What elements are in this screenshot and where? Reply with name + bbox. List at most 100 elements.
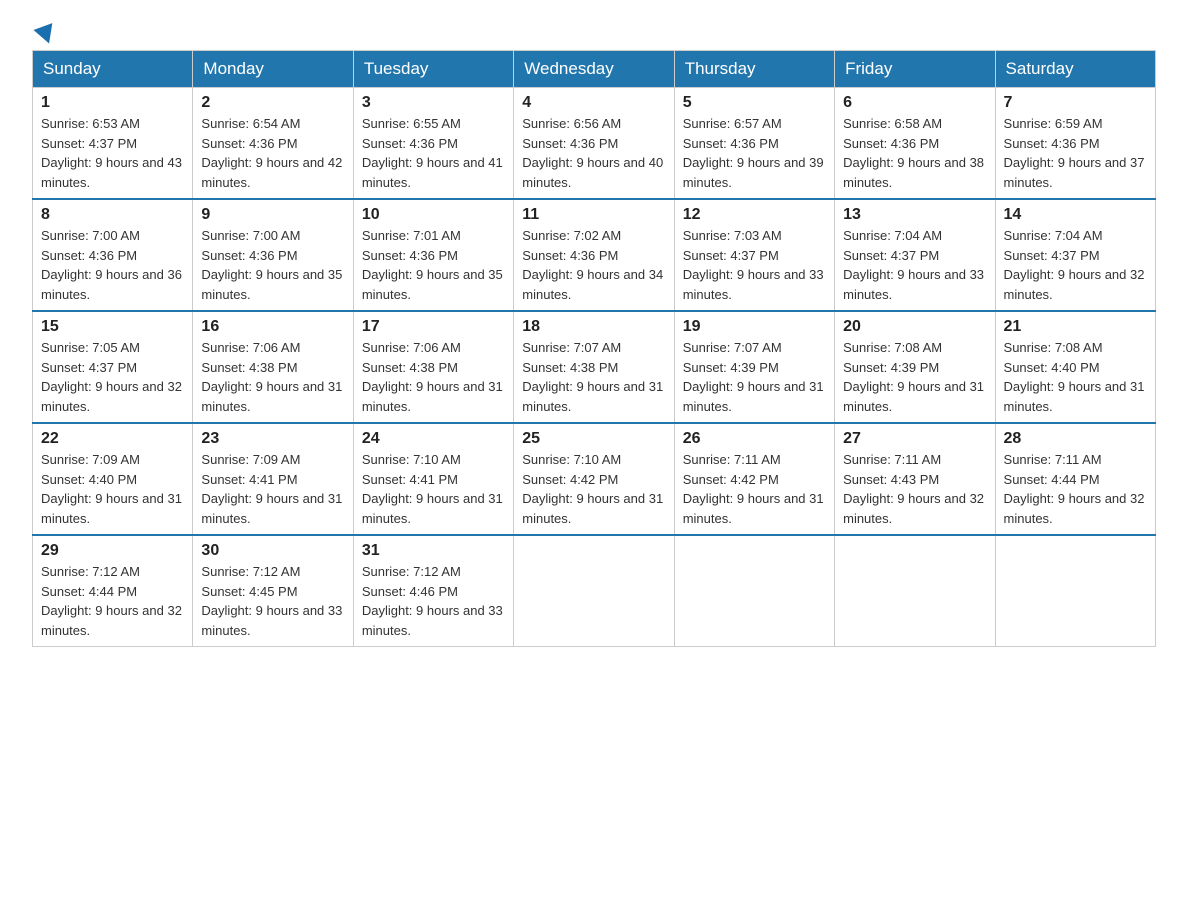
week-row-5: 29 Sunrise: 7:12 AMSunset: 4:44 PMDaylig…	[33, 535, 1156, 647]
day-number: 17	[362, 318, 505, 336]
day-info: Sunrise: 7:12 AMSunset: 4:44 PMDaylight:…	[41, 562, 184, 640]
day-number: 1	[41, 94, 184, 112]
calendar-cell: 25 Sunrise: 7:10 AMSunset: 4:42 PMDaylig…	[514, 423, 674, 535]
calendar-cell: 21 Sunrise: 7:08 AMSunset: 4:40 PMDaylig…	[995, 311, 1155, 423]
calendar-cell	[835, 535, 995, 647]
col-header-friday: Friday	[835, 51, 995, 88]
day-info: Sunrise: 7:10 AMSunset: 4:42 PMDaylight:…	[522, 450, 665, 528]
calendar-cell: 3 Sunrise: 6:55 AMSunset: 4:36 PMDayligh…	[353, 88, 513, 200]
col-header-thursday: Thursday	[674, 51, 834, 88]
day-info: Sunrise: 7:03 AMSunset: 4:37 PMDaylight:…	[683, 226, 826, 304]
day-number: 31	[362, 542, 505, 560]
calendar-cell: 2 Sunrise: 6:54 AMSunset: 4:36 PMDayligh…	[193, 88, 353, 200]
calendar-cell	[674, 535, 834, 647]
day-number: 12	[683, 206, 826, 224]
calendar-cell	[995, 535, 1155, 647]
day-info: Sunrise: 6:58 AMSunset: 4:36 PMDaylight:…	[843, 114, 986, 192]
day-info: Sunrise: 7:00 AMSunset: 4:36 PMDaylight:…	[201, 226, 344, 304]
day-number: 30	[201, 542, 344, 560]
calendar-cell: 1 Sunrise: 6:53 AMSunset: 4:37 PMDayligh…	[33, 88, 193, 200]
calendar-cell: 6 Sunrise: 6:58 AMSunset: 4:36 PMDayligh…	[835, 88, 995, 200]
day-number: 22	[41, 430, 184, 448]
week-row-1: 1 Sunrise: 6:53 AMSunset: 4:37 PMDayligh…	[33, 88, 1156, 200]
calendar-cell: 29 Sunrise: 7:12 AMSunset: 4:44 PMDaylig…	[33, 535, 193, 647]
logo-arrow-icon	[34, 23, 59, 47]
day-number: 5	[683, 94, 826, 112]
calendar-cell: 10 Sunrise: 7:01 AMSunset: 4:36 PMDaylig…	[353, 199, 513, 311]
calendar-cell: 23 Sunrise: 7:09 AMSunset: 4:41 PMDaylig…	[193, 423, 353, 535]
day-number: 26	[683, 430, 826, 448]
week-row-4: 22 Sunrise: 7:09 AMSunset: 4:40 PMDaylig…	[33, 423, 1156, 535]
day-number: 8	[41, 206, 184, 224]
day-number: 27	[843, 430, 986, 448]
day-number: 14	[1004, 206, 1147, 224]
calendar-cell: 24 Sunrise: 7:10 AMSunset: 4:41 PMDaylig…	[353, 423, 513, 535]
calendar-cell: 17 Sunrise: 7:06 AMSunset: 4:38 PMDaylig…	[353, 311, 513, 423]
calendar-cell: 15 Sunrise: 7:05 AMSunset: 4:37 PMDaylig…	[33, 311, 193, 423]
day-number: 24	[362, 430, 505, 448]
day-info: Sunrise: 6:55 AMSunset: 4:36 PMDaylight:…	[362, 114, 505, 192]
day-info: Sunrise: 7:04 AMSunset: 4:37 PMDaylight:…	[1004, 226, 1147, 304]
day-info: Sunrise: 7:02 AMSunset: 4:36 PMDaylight:…	[522, 226, 665, 304]
calendar-cell: 5 Sunrise: 6:57 AMSunset: 4:36 PMDayligh…	[674, 88, 834, 200]
day-info: Sunrise: 7:04 AMSunset: 4:37 PMDaylight:…	[843, 226, 986, 304]
day-info: Sunrise: 6:56 AMSunset: 4:36 PMDaylight:…	[522, 114, 665, 192]
day-number: 28	[1004, 430, 1147, 448]
calendar-cell: 27 Sunrise: 7:11 AMSunset: 4:43 PMDaylig…	[835, 423, 995, 535]
day-info: Sunrise: 6:57 AMSunset: 4:36 PMDaylight:…	[683, 114, 826, 192]
day-number: 29	[41, 542, 184, 560]
day-info: Sunrise: 7:11 AMSunset: 4:43 PMDaylight:…	[843, 450, 986, 528]
day-info: Sunrise: 7:12 AMSunset: 4:46 PMDaylight:…	[362, 562, 505, 640]
calendar-cell: 18 Sunrise: 7:07 AMSunset: 4:38 PMDaylig…	[514, 311, 674, 423]
day-number: 20	[843, 318, 986, 336]
day-info: Sunrise: 7:06 AMSunset: 4:38 PMDaylight:…	[201, 338, 344, 416]
day-info: Sunrise: 7:11 AMSunset: 4:44 PMDaylight:…	[1004, 450, 1147, 528]
day-number: 7	[1004, 94, 1147, 112]
calendar-cell: 28 Sunrise: 7:11 AMSunset: 4:44 PMDaylig…	[995, 423, 1155, 535]
calendar-cell: 13 Sunrise: 7:04 AMSunset: 4:37 PMDaylig…	[835, 199, 995, 311]
week-row-2: 8 Sunrise: 7:00 AMSunset: 4:36 PMDayligh…	[33, 199, 1156, 311]
calendar-cell: 11 Sunrise: 7:02 AMSunset: 4:36 PMDaylig…	[514, 199, 674, 311]
day-info: Sunrise: 7:08 AMSunset: 4:39 PMDaylight:…	[843, 338, 986, 416]
day-info: Sunrise: 7:06 AMSunset: 4:38 PMDaylight:…	[362, 338, 505, 416]
day-number: 16	[201, 318, 344, 336]
day-number: 18	[522, 318, 665, 336]
day-info: Sunrise: 7:07 AMSunset: 4:39 PMDaylight:…	[683, 338, 826, 416]
col-header-wednesday: Wednesday	[514, 51, 674, 88]
calendar-cell: 4 Sunrise: 6:56 AMSunset: 4:36 PMDayligh…	[514, 88, 674, 200]
calendar-cell: 16 Sunrise: 7:06 AMSunset: 4:38 PMDaylig…	[193, 311, 353, 423]
day-number: 11	[522, 206, 665, 224]
calendar-table: SundayMondayTuesdayWednesdayThursdayFrid…	[32, 50, 1156, 647]
day-info: Sunrise: 6:53 AMSunset: 4:37 PMDaylight:…	[41, 114, 184, 192]
calendar-cell: 19 Sunrise: 7:07 AMSunset: 4:39 PMDaylig…	[674, 311, 834, 423]
day-info: Sunrise: 7:09 AMSunset: 4:41 PMDaylight:…	[201, 450, 344, 528]
calendar-cell: 20 Sunrise: 7:08 AMSunset: 4:39 PMDaylig…	[835, 311, 995, 423]
logo	[32, 24, 56, 40]
day-info: Sunrise: 7:10 AMSunset: 4:41 PMDaylight:…	[362, 450, 505, 528]
col-header-monday: Monday	[193, 51, 353, 88]
day-info: Sunrise: 7:01 AMSunset: 4:36 PMDaylight:…	[362, 226, 505, 304]
day-info: Sunrise: 6:54 AMSunset: 4:36 PMDaylight:…	[201, 114, 344, 192]
col-header-sunday: Sunday	[33, 51, 193, 88]
day-info: Sunrise: 7:07 AMSunset: 4:38 PMDaylight:…	[522, 338, 665, 416]
day-number: 21	[1004, 318, 1147, 336]
day-number: 6	[843, 94, 986, 112]
calendar-cell: 9 Sunrise: 7:00 AMSunset: 4:36 PMDayligh…	[193, 199, 353, 311]
day-info: Sunrise: 7:11 AMSunset: 4:42 PMDaylight:…	[683, 450, 826, 528]
calendar-cell: 22 Sunrise: 7:09 AMSunset: 4:40 PMDaylig…	[33, 423, 193, 535]
calendar-cell: 7 Sunrise: 6:59 AMSunset: 4:36 PMDayligh…	[995, 88, 1155, 200]
day-number: 23	[201, 430, 344, 448]
day-info: Sunrise: 7:12 AMSunset: 4:45 PMDaylight:…	[201, 562, 344, 640]
day-number: 25	[522, 430, 665, 448]
day-number: 3	[362, 94, 505, 112]
day-info: Sunrise: 6:59 AMSunset: 4:36 PMDaylight:…	[1004, 114, 1147, 192]
day-number: 10	[362, 206, 505, 224]
calendar-cell: 12 Sunrise: 7:03 AMSunset: 4:37 PMDaylig…	[674, 199, 834, 311]
day-number: 15	[41, 318, 184, 336]
day-info: Sunrise: 7:00 AMSunset: 4:36 PMDaylight:…	[41, 226, 184, 304]
calendar-cell: 8 Sunrise: 7:00 AMSunset: 4:36 PMDayligh…	[33, 199, 193, 311]
calendar-cell: 14 Sunrise: 7:04 AMSunset: 4:37 PMDaylig…	[995, 199, 1155, 311]
day-number: 19	[683, 318, 826, 336]
calendar-header-row: SundayMondayTuesdayWednesdayThursdayFrid…	[33, 51, 1156, 88]
day-number: 4	[522, 94, 665, 112]
